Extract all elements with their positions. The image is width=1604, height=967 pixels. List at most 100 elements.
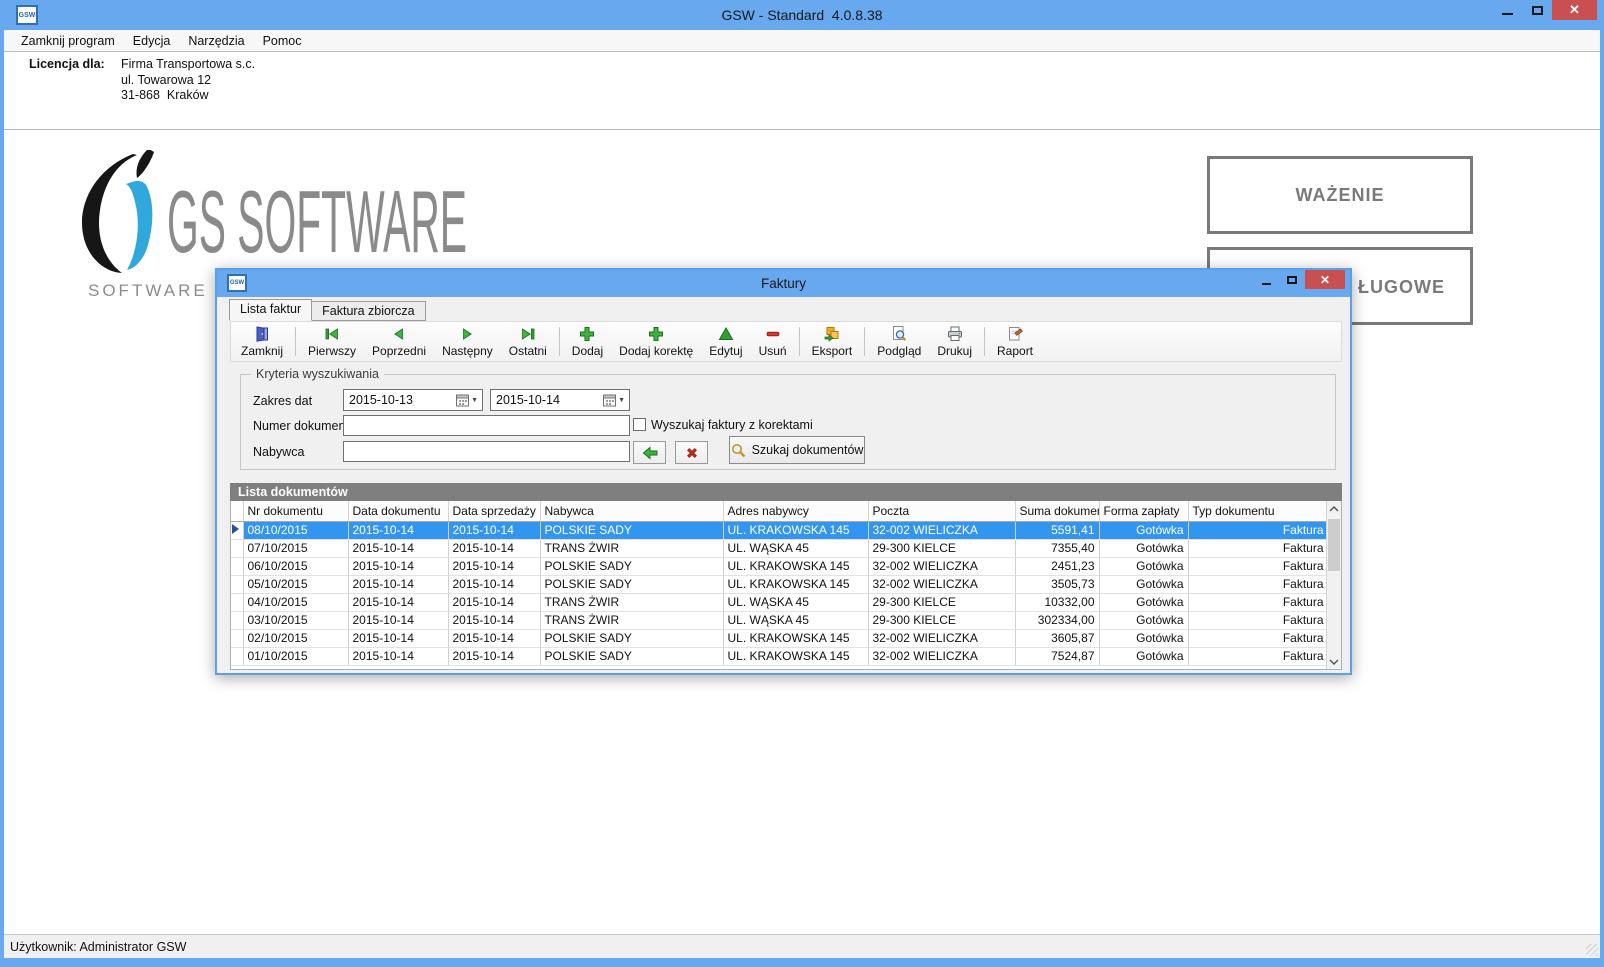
edit-icon xyxy=(717,325,735,343)
dodaj-korekte-button[interactable]: Dodaj korektę xyxy=(611,323,701,360)
date-to-picker[interactable]: 2015-10-14 ▼ xyxy=(490,389,630,411)
red-x-icon xyxy=(685,446,699,460)
cell-data-sprzedazy: 2015-10-14 xyxy=(448,557,540,575)
menu-edycja[interactable]: Edycja xyxy=(124,34,180,48)
cell-typ-dokumentu: Faktura xyxy=(1188,611,1328,629)
faktury-tabs: Lista faktur Faktura zbiorcza xyxy=(229,299,426,321)
tab-faktura-zbiorcza[interactable]: Faktura zbiorcza xyxy=(312,301,425,321)
minimize-icon xyxy=(1502,13,1513,15)
table-row[interactable]: 05/10/2015 2015-10-14 2015-10-14 POLSKIE… xyxy=(231,575,1328,593)
cell-data-sprzedazy: 2015-10-14 xyxy=(448,647,540,665)
faktury-maximize-button[interactable] xyxy=(1279,270,1305,289)
maximize-button[interactable] xyxy=(1522,0,1552,20)
szukaj-dokumentow-button[interactable]: Szukaj dokumentów xyxy=(729,436,865,464)
close-button[interactable]: ✕ xyxy=(1552,0,1597,20)
drukuj-button[interactable]: Drukuj xyxy=(929,323,980,360)
resize-grip-icon[interactable] xyxy=(1586,944,1598,956)
row-selector-gutter xyxy=(231,575,243,593)
col-nr-dokumentu[interactable]: Nr dokumentu xyxy=(243,501,348,521)
dropdown-arrow-icon: ▼ xyxy=(618,397,625,404)
table-row[interactable]: 03/10/2015 2015-10-14 2015-10-14 TRANS Ż… xyxy=(231,611,1328,629)
tab-lista-faktur[interactable]: Lista faktur xyxy=(229,299,312,321)
col-typ-dokumentu[interactable]: Typ dokumentu xyxy=(1188,501,1328,521)
dodaj-button[interactable]: Dodaj xyxy=(564,323,611,360)
col-poczta[interactable]: Poczta xyxy=(868,501,1015,521)
zamknij-button[interactable]: Zamknij xyxy=(233,323,291,360)
main-window: GSW GSW - Standard 4.0.8.38 ✕ Zamknij pr… xyxy=(0,0,1604,967)
table-row[interactable]: 01/10/2015 2015-10-14 2015-10-14 POLSKIE… xyxy=(231,647,1328,665)
date-range-label: Zakres dat xyxy=(253,394,312,408)
cell-nabywca: TRANS ŻWIR xyxy=(540,539,723,557)
cell-suma-dokumentu: 7524,87 xyxy=(1015,647,1099,665)
cell-poczta: 32-002 WIELICZKA xyxy=(868,521,1015,539)
buyer-label: Nabywca xyxy=(253,445,304,459)
faktury-minimize-button[interactable] xyxy=(1253,270,1279,289)
chevron-down-icon xyxy=(1329,659,1339,665)
date-from-picker[interactable]: 2015-10-13 ▼ xyxy=(343,389,483,411)
pierwszy-button[interactable]: Pierwszy xyxy=(300,323,364,360)
date-from-value: 2015-10-13 xyxy=(344,393,456,407)
door-icon xyxy=(253,325,271,343)
col-data-sprzedazy[interactable]: Data sprzedaży xyxy=(448,501,540,521)
raport-button[interactable]: Raport xyxy=(989,323,1041,360)
cell-data-dokumentu: 2015-10-14 xyxy=(348,575,448,593)
maximize-icon xyxy=(1532,6,1543,15)
faktury-close-button[interactable]: ✕ xyxy=(1305,270,1345,289)
clear-button[interactable] xyxy=(675,441,708,464)
add-correction-icon xyxy=(647,325,665,343)
podglad-button[interactable]: Podgląd xyxy=(869,323,929,360)
cell-nabywca: POLSKIE SADY xyxy=(540,557,723,575)
cell-data-dokumentu: 2015-10-14 xyxy=(348,629,448,647)
back-arrow-button[interactable] xyxy=(633,441,666,464)
table-row[interactable]: 02/10/2015 2015-10-14 2015-10-14 POLSKIE… xyxy=(231,629,1328,647)
scroll-down-button[interactable] xyxy=(1327,654,1341,669)
table-row[interactable]: 08/10/2015 2015-10-14 2015-10-14 POLSKIE… xyxy=(231,521,1328,539)
button-label: Raport xyxy=(997,344,1033,358)
cell-forma-zaplaty: Gotówka xyxy=(1099,629,1188,647)
logo-swoosh-blue xyxy=(126,181,152,270)
minimize-button[interactable] xyxy=(1492,0,1522,20)
korekty-checkbox[interactable] xyxy=(633,418,646,431)
scroll-up-button[interactable] xyxy=(1327,501,1341,516)
cell-nr-dokumentu: 06/10/2015 xyxy=(243,557,348,575)
col-nabywca[interactable]: Nabywca xyxy=(540,501,723,521)
button-label: Edytuj xyxy=(709,344,742,358)
logo-apostrophe xyxy=(136,150,154,178)
ostatni-button[interactable]: Ostatni xyxy=(501,323,555,360)
print-icon xyxy=(946,325,964,343)
gs-software-logo: GS SOFTWARE xyxy=(75,150,475,280)
close-icon: ✕ xyxy=(1320,273,1330,287)
col-forma-zaplaty[interactable]: Forma zapłaty xyxy=(1099,501,1188,521)
col-adres-nabywcy[interactable]: Adres nabywcy xyxy=(723,501,868,521)
table-row[interactable]: 06/10/2015 2015-10-14 2015-10-14 POLSKIE… xyxy=(231,557,1328,575)
button-label: Eksport xyxy=(812,344,853,358)
cell-data-sprzedazy: 2015-10-14 xyxy=(448,539,540,557)
cell-nr-dokumentu: 03/10/2015 xyxy=(243,611,348,629)
usun-button[interactable]: Usuń xyxy=(751,323,795,360)
edytuj-button[interactable]: Edytuj xyxy=(701,323,750,360)
window-frame-bottom xyxy=(0,958,1604,967)
poprzedni-button[interactable]: Poprzedni xyxy=(364,323,434,360)
cell-typ-dokumentu: Faktura xyxy=(1188,539,1328,557)
eksport-button[interactable]: Eksport xyxy=(804,323,861,360)
col-data-dokumentu[interactable]: Data dokumentu xyxy=(348,501,448,521)
uslugowe-label: ŁUGOWE xyxy=(1358,277,1445,298)
button-label: Podgląd xyxy=(877,344,921,358)
add-icon xyxy=(578,325,596,343)
cell-adres-nabywcy: UL. KRAKOWSKA 145 xyxy=(723,575,868,593)
buyer-input[interactable] xyxy=(343,441,630,462)
nastepny-button[interactable]: Następny xyxy=(434,323,501,360)
wazenie-button[interactable]: WAŻENIE xyxy=(1207,156,1473,234)
vertical-scrollbar[interactable] xyxy=(1326,501,1341,669)
delete-icon xyxy=(764,325,782,343)
document-number-input[interactable] xyxy=(343,415,630,436)
scrollbar-thumb[interactable] xyxy=(1328,519,1340,571)
table-row[interactable]: 07/10/2015 2015-10-14 2015-10-14 TRANS Ż… xyxy=(231,539,1328,557)
menu-narzedzia[interactable]: Narzędzia xyxy=(179,34,253,48)
cell-data-dokumentu: 2015-10-14 xyxy=(348,539,448,557)
table-row[interactable]: 04/10/2015 2015-10-14 2015-10-14 TRANS Ż… xyxy=(231,593,1328,611)
menu-zamknij-program[interactable]: Zamknij program xyxy=(12,34,124,48)
col-suma-dokumentu[interactable]: Suma dokumentu xyxy=(1015,501,1099,521)
search-icon xyxy=(731,443,746,458)
menu-pomoc[interactable]: Pomoc xyxy=(254,34,311,48)
